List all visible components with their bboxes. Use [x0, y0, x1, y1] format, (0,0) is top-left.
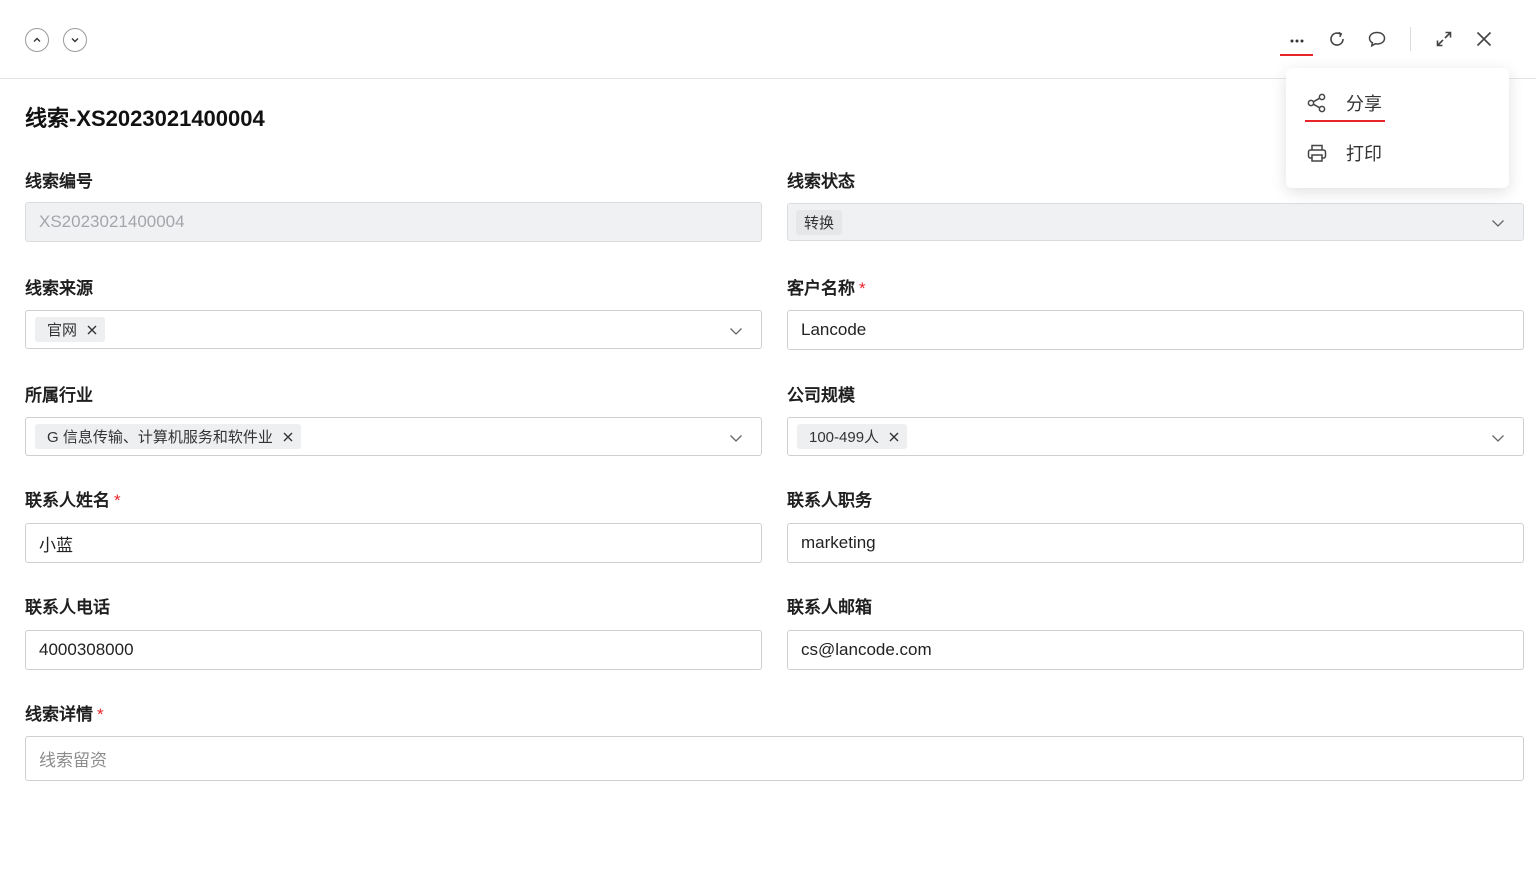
chevron-down-icon [729, 324, 743, 338]
industry-select[interactable]: G 信息传输、计算机服务和软件业 [25, 417, 762, 456]
page-title: 线索-XS2023021400004 [25, 106, 265, 131]
more-button[interactable] [1284, 26, 1310, 52]
close-button[interactable] [1471, 26, 1497, 52]
tag-label: G 信息传输、计算机服务和软件业 [47, 429, 273, 446]
menu-item-label: 打印 [1346, 144, 1382, 164]
more-button-active-indicator [1280, 54, 1313, 56]
next-record-button[interactable] [63, 28, 87, 52]
contact-title-input[interactable]: marketing [787, 523, 1524, 563]
field-label: 公司规模 [787, 386, 855, 405]
field-label: 联系人职务 [787, 491, 872, 510]
field-label: 所属行业 [25, 386, 93, 405]
lead-source-select[interactable]: 官网 [25, 310, 762, 349]
field-industry: 所属行业 G 信息传输、计算机服务和软件业 [25, 384, 762, 456]
close-icon [1476, 31, 1492, 47]
expand-icon [1436, 31, 1452, 47]
required-marker: * [97, 705, 104, 724]
field-lead-detail: 线索详情 * 线索留资 [25, 703, 1524, 781]
selected-tag: 官网 [35, 317, 106, 342]
contact-name-input[interactable]: 小蓝 [25, 523, 762, 563]
toolbar-divider [1410, 27, 1411, 51]
expand-button[interactable] [1431, 26, 1457, 52]
tag-remove-icon[interactable] [283, 432, 293, 442]
lead-no-value: XS2023021400004 [39, 212, 185, 231]
menu-item-print[interactable]: 打印 [1306, 138, 1382, 168]
field-company-size: 公司规模 100-499人 [787, 384, 1524, 456]
printer-icon [1307, 144, 1327, 162]
lead-detail-textarea[interactable]: 线索留资 [25, 736, 1524, 781]
selected-tag: G 信息传输、计算机服务和软件业 [35, 424, 301, 449]
customer-name-value: Lancode [801, 320, 867, 339]
status-badge: 转换 [796, 209, 843, 235]
field-contact-phone: 联系人电话 4000308000 [25, 596, 762, 670]
lead-no-input: XS2023021400004 [25, 202, 762, 242]
field-label: 联系人电话 [25, 598, 110, 617]
contact-phone-value: 4000308000 [39, 640, 134, 659]
field-label: 线索编号 [25, 172, 93, 191]
tag-remove-icon[interactable] [87, 325, 97, 335]
more-horizontal-icon [1290, 39, 1304, 43]
refresh-icon [1330, 31, 1344, 46]
lead-status-select[interactable]: 转换 [787, 203, 1524, 241]
chevron-down-icon [729, 431, 743, 445]
chevron-up-icon [33, 37, 41, 42]
field-label: 联系人邮箱 [787, 598, 872, 617]
menu-item-label: 分享 [1346, 94, 1382, 114]
customer-name-input[interactable]: Lancode [787, 310, 1524, 350]
tag-label: 100-499人 [809, 429, 880, 446]
field-lead-no: 线索编号 XS2023021400004 [25, 170, 762, 242]
field-label: 联系人姓名 * [25, 491, 121, 510]
company-size-select[interactable]: 100-499人 [787, 417, 1524, 456]
field-label: 客户名称 * [787, 279, 866, 298]
field-customer-name: 客户名称 * Lancode [787, 277, 1524, 350]
contact-name-value: 小蓝 [39, 535, 73, 555]
field-label: 线索来源 [25, 279, 93, 298]
required-marker: * [114, 491, 121, 510]
lead-detail-placeholder: 线索留资 [39, 751, 107, 770]
more-actions-menu: 分享 打印 [1286, 68, 1509, 188]
comment-button[interactable] [1364, 26, 1390, 52]
field-contact-title: 联系人职务 marketing [787, 489, 1524, 563]
menu-item-share[interactable]: 分享 [1306, 88, 1382, 118]
tag-label: 官网 [47, 322, 78, 339]
comment-icon [1368, 31, 1386, 48]
contact-title-value: marketing [801, 533, 876, 552]
field-lead-source: 线索来源 官网 [25, 277, 762, 349]
field-label: 线索详情 * [25, 705, 104, 724]
field-contact-email: 联系人邮箱 cs@lancode.com [787, 596, 1524, 670]
chevron-down-icon [71, 38, 79, 43]
required-marker: * [859, 279, 866, 298]
share-active-indicator [1305, 120, 1385, 122]
share-icon [1307, 93, 1326, 113]
previous-record-button[interactable] [25, 28, 49, 52]
tag-remove-icon[interactable] [889, 432, 899, 442]
contact-phone-input[interactable]: 4000308000 [25, 630, 762, 670]
contact-email-value: cs@lancode.com [801, 640, 932, 659]
refresh-button[interactable] [1324, 26, 1350, 52]
field-contact-name: 联系人姓名 * 小蓝 [25, 489, 762, 563]
chevron-down-icon [1491, 216, 1505, 230]
chevron-down-icon [1491, 431, 1505, 445]
selected-tag: 100-499人 [797, 424, 908, 449]
contact-email-input[interactable]: cs@lancode.com [787, 630, 1524, 670]
